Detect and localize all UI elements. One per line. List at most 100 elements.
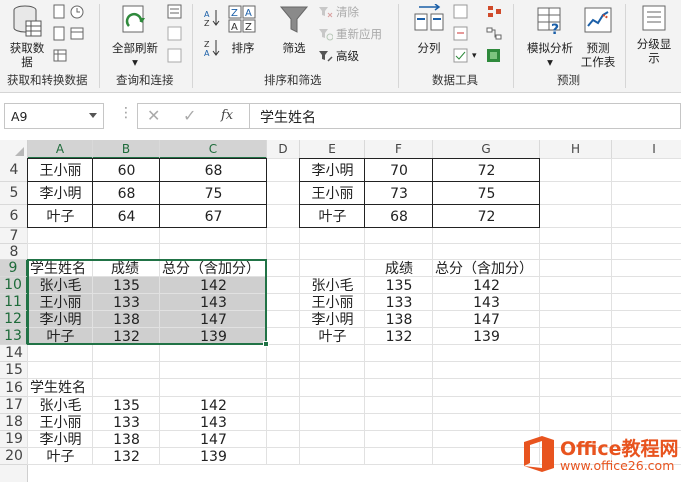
column-header-d[interactable]: D (267, 140, 300, 159)
cell-b5[interactable]: 68 (93, 182, 160, 205)
row-header-10[interactable]: 10 (0, 277, 28, 294)
column-header-b[interactable]: B (93, 140, 160, 159)
cell-f4[interactable]: 70 (365, 159, 433, 182)
select-all-button[interactable] (0, 140, 28, 159)
column-header-e[interactable]: E (300, 140, 365, 159)
row-header-7[interactable]: 7 (0, 228, 28, 244)
text-to-columns-button[interactable]: 分列 (410, 4, 448, 55)
row-header-9[interactable]: 9 (0, 260, 28, 277)
sort-descending-button[interactable]: ZA (203, 38, 221, 58)
cell-b19[interactable]: 138 (93, 431, 160, 448)
cell-g4[interactable]: 72 (433, 159, 540, 182)
consolidate-button[interactable] (486, 4, 502, 19)
row-header-17[interactable]: 17 (0, 397, 28, 414)
confirm-icon[interactable]: ✓ (183, 106, 196, 125)
cell-f11[interactable]: 133 (365, 294, 433, 311)
cell-c4[interactable]: 68 (160, 159, 267, 182)
cell-f5[interactable]: 73 (365, 182, 433, 205)
cell-b18[interactable]: 133 (93, 414, 160, 431)
cell-c6[interactable]: 67 (160, 205, 267, 228)
forecast-sheet-button[interactable]: 预测 工作表 (578, 4, 618, 69)
cell-e10[interactable]: 张小毛 (300, 277, 365, 294)
sort-ascending-button[interactable]: AZ (203, 8, 221, 28)
row-header-15[interactable]: 15 (0, 362, 28, 379)
cell-g5[interactable]: 75 (433, 182, 540, 205)
cell-a16[interactable]: 学生姓名 (28, 379, 93, 397)
cell-e13[interactable]: 叶子 (300, 328, 365, 345)
cell-e4[interactable]: 李小明 (300, 159, 365, 182)
cell-a5[interactable]: 李小明 (28, 182, 93, 205)
properties-button[interactable] (167, 26, 182, 41)
chevron-down-icon[interactable] (89, 113, 97, 118)
column-header-c[interactable]: C (160, 140, 267, 159)
cell-a18[interactable]: 王小丽 (28, 414, 93, 431)
insert-function-icon[interactable]: fx (221, 108, 233, 123)
cell-e5[interactable]: 王小丽 (300, 182, 365, 205)
row-header-16[interactable]: 16 (0, 379, 28, 397)
sort-button[interactable]: Z A A Z 排序 (227, 4, 259, 55)
row-header-12[interactable]: 12 (0, 311, 28, 328)
filter-button[interactable]: 筛选 (277, 4, 311, 55)
get-data-button[interactable]: 获取数 据 (4, 4, 50, 69)
cell-f12[interactable]: 138 (365, 311, 433, 328)
column-header-h[interactable]: H (540, 140, 612, 159)
row-header-11[interactable]: 11 (0, 294, 28, 311)
from-text-button[interactable] (53, 4, 84, 19)
reapply-button[interactable]: 重新应用 (318, 26, 382, 42)
cell-f13[interactable]: 132 (365, 328, 433, 345)
outline-button[interactable]: 分级显 示 (630, 4, 678, 65)
cell-a4[interactable]: 王小丽 (28, 159, 93, 182)
cancel-icon[interactable]: ✕ (147, 106, 160, 125)
row-header-5[interactable]: 5 (0, 182, 28, 205)
cell-b17[interactable]: 135 (93, 397, 160, 414)
cell-f9[interactable]: 成绩 (365, 260, 433, 277)
from-web-button[interactable] (53, 26, 84, 41)
column-header-a[interactable]: A (28, 140, 93, 159)
cell-a17[interactable]: 张小毛 (28, 397, 93, 414)
relationships-button[interactable] (486, 26, 502, 41)
fill-handle[interactable] (263, 341, 269, 347)
cell-a6[interactable]: 叶子 (28, 205, 93, 228)
row-header-20[interactable]: 20 (0, 448, 28, 465)
row-header-4[interactable]: 4 (0, 159, 28, 182)
data-validation-button[interactable]: ▾ (453, 48, 477, 63)
cell-a19[interactable]: 李小明 (28, 431, 93, 448)
column-header-g[interactable]: G (433, 140, 540, 159)
from-table-button[interactable] (53, 48, 67, 63)
remove-duplicates-button[interactable] (453, 26, 469, 41)
row-header-13[interactable]: 13 (0, 328, 28, 345)
refresh-all-button[interactable]: 全部刷新 ▾ (106, 4, 164, 69)
cell-e12[interactable]: 李小明 (300, 311, 365, 328)
cell-c20[interactable]: 139 (160, 448, 267, 465)
clear-button[interactable]: 清除 (318, 4, 359, 20)
name-box[interactable]: A9 (4, 103, 104, 129)
cell-g6[interactable]: 72 (433, 205, 540, 228)
cell-b20[interactable]: 132 (93, 448, 160, 465)
data-model-button[interactable] (486, 48, 502, 63)
row-header-8[interactable]: 8 (0, 244, 28, 260)
row-header-18[interactable]: 18 (0, 414, 28, 431)
cell-e6[interactable]: 叶子 (300, 205, 365, 228)
advanced-button[interactable]: 高级 (318, 48, 359, 64)
what-if-analysis-button[interactable]: ? 模拟分析 ▾ (522, 4, 578, 69)
row-header-14[interactable]: 14 (0, 345, 28, 362)
formula-input[interactable]: 学生姓名 (249, 103, 681, 129)
cell-g10[interactable]: 142 (433, 277, 540, 294)
row-header-19[interactable]: 19 (0, 431, 28, 448)
cell-c18[interactable]: 143 (160, 414, 267, 431)
edit-links-button[interactable] (167, 48, 182, 63)
cell-g9[interactable]: 总分（含加分） (433, 260, 540, 277)
cell-c5[interactable]: 75 (160, 182, 267, 205)
cell-g12[interactable]: 147 (433, 311, 540, 328)
queries-connections-button[interactable] (167, 4, 182, 19)
column-header-i[interactable]: I (612, 140, 681, 159)
cell-b6[interactable]: 64 (93, 205, 160, 228)
row-header-6[interactable]: 6 (0, 205, 28, 228)
cell-g11[interactable]: 143 (433, 294, 540, 311)
flash-fill-button[interactable] (453, 4, 469, 19)
cell-f6[interactable]: 68 (365, 205, 433, 228)
cell-b4[interactable]: 60 (93, 159, 160, 182)
cell-e11[interactable]: 王小丽 (300, 294, 365, 311)
cell-c19[interactable]: 147 (160, 431, 267, 448)
cell-c17[interactable]: 142 (160, 397, 267, 414)
